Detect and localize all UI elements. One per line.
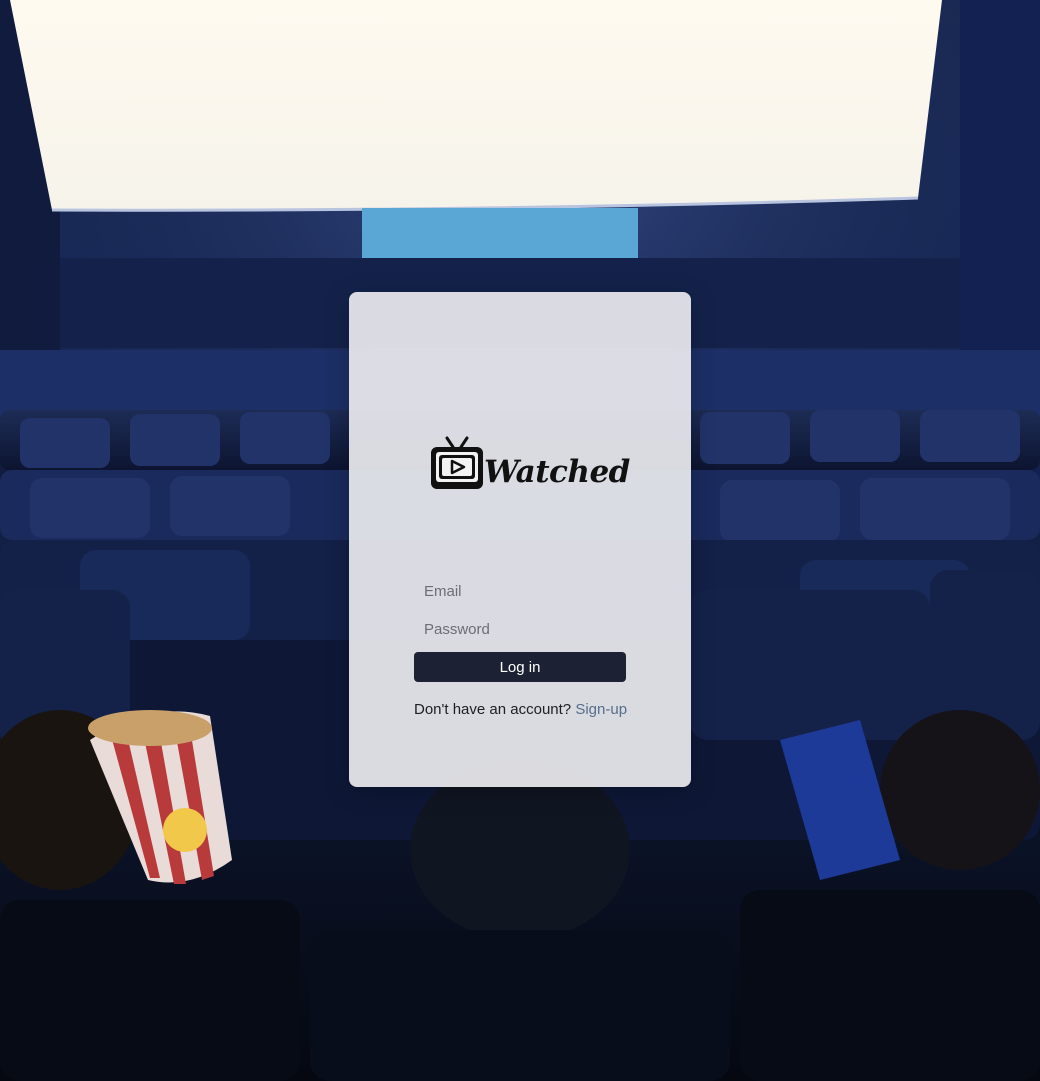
signup-prompt: Don't have an account? [414,701,572,718]
login-page: Watched Log in Don't have an account? Si… [0,0,1040,1081]
brand-name: Watched [484,454,630,490]
login-card: Watched Log in Don't have an account? Si… [349,292,691,787]
password-field[interactable] [414,614,626,644]
signup-link[interactable]: Sign-up [575,701,627,718]
brand-logo: Watched [429,435,630,495]
signup-prompt-line: Don't have an account? Sign-up [414,701,654,718]
email-field[interactable] [414,576,626,606]
tv-play-icon [431,436,483,489]
login-button[interactable]: Log in [414,652,626,682]
